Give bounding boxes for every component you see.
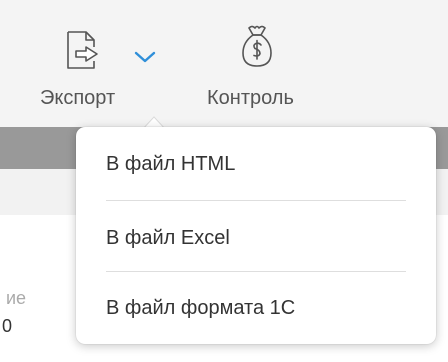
export-dropdown-menu: В файл HTML В файл Excel В файл формата … (76, 127, 436, 344)
control-label: Контроль (207, 87, 294, 109)
partial-field-label: ие (6, 288, 27, 308)
toolbar: Экспорт Контроль (0, 0, 448, 128)
menu-item-export-html[interactable]: В файл HTML (106, 153, 235, 176)
menu-item-export-1c[interactable]: В файл формата 1С (106, 297, 295, 320)
export-label: Экспорт (40, 87, 116, 109)
partial-field-value: 0 (2, 316, 13, 336)
money-bag-icon (242, 25, 272, 67)
menu-divider (106, 271, 406, 272)
menu-divider (106, 200, 406, 201)
chevron-down-icon[interactable] (134, 50, 156, 64)
export-file-icon (67, 31, 98, 69)
menu-item-export-excel[interactable]: В файл Excel (106, 227, 230, 250)
